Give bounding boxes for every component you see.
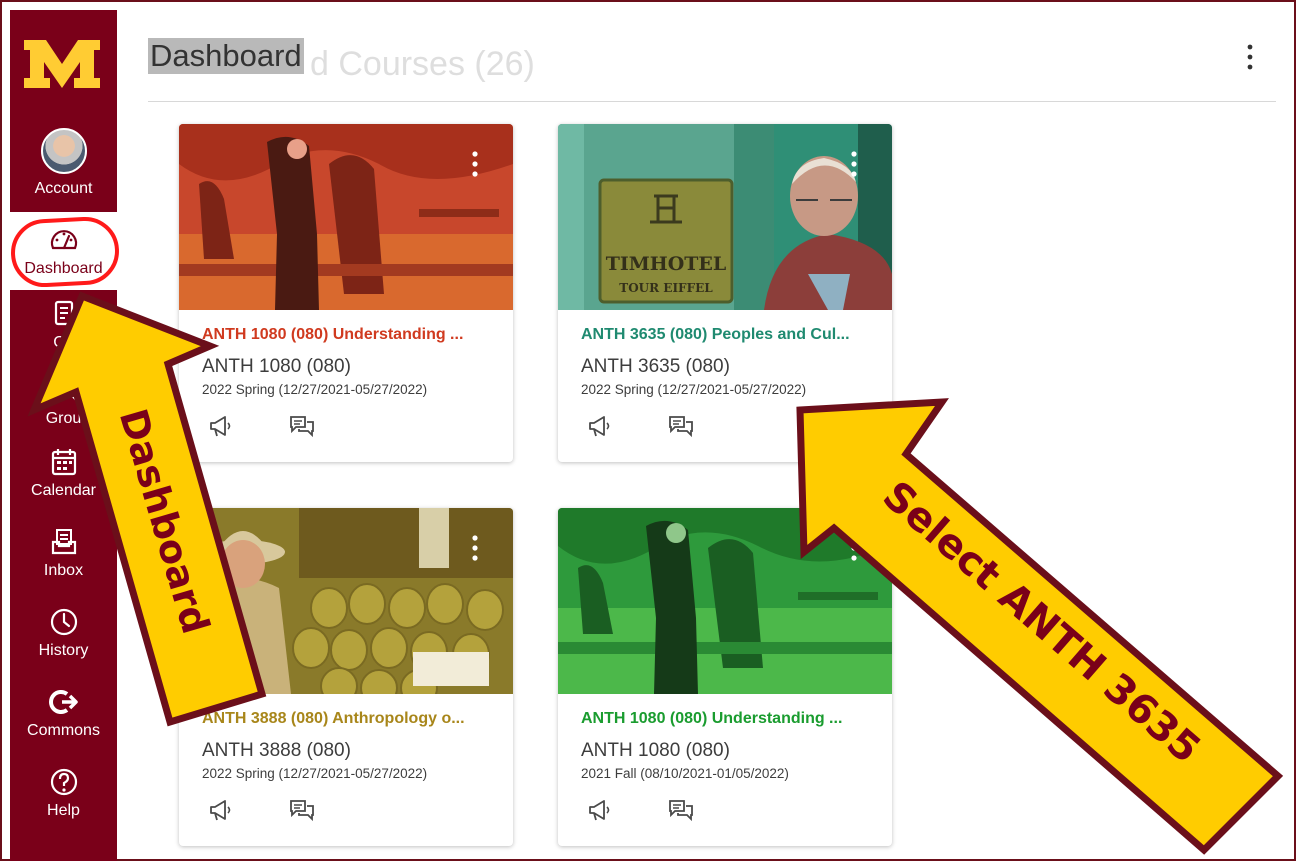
nav-item-groups[interactable]: Grou <box>10 374 117 428</box>
help-icon <box>50 768 77 796</box>
nav-item-courses[interactable]: Co <box>10 298 117 352</box>
card-menu-icon[interactable] <box>467 532 483 566</box>
course-term: 2022 Spring (12/27/2021-05/27/2022) <box>202 766 428 781</box>
inbox-icon <box>51 529 76 555</box>
course-card[interactable]: TIMHOTEL TOUR EIFFEL ANTH 3635 (080) Peo… <box>558 124 892 462</box>
nav-item-label: Inbox <box>43 562 84 579</box>
nav-item-label: Co <box>53 334 74 351</box>
card-menu-icon[interactable] <box>846 148 862 182</box>
nav-item-commons[interactable]: Commons <box>10 686 117 740</box>
course-title-link[interactable]: ANTH 3888 (080) Anthropology o... <box>202 710 492 728</box>
discussions-icon[interactable] <box>668 798 694 822</box>
dashboard-highlight-circle <box>9 215 121 289</box>
course-term: 2022 Spring (12/27/2021-05/27/2022) <box>202 382 428 397</box>
sign-line-1: TIMHOTEL <box>606 253 727 275</box>
ghost-header-text: d Courses (26) <box>310 45 535 83</box>
course-card[interactable]: ANTH 1080 (080) Understanding ... ANTH 1… <box>179 124 513 462</box>
nav-item-help[interactable]: Help <box>10 766 117 820</box>
card-menu-icon[interactable] <box>846 532 862 566</box>
announcements-icon[interactable] <box>207 798 233 822</box>
discussions-icon[interactable] <box>289 414 315 438</box>
course-code: ANTH 3635 (080) <box>581 356 730 377</box>
sign-line-2: TOUR EIFFEL <box>619 281 713 295</box>
course-card-image[interactable] <box>179 124 513 310</box>
announcements-icon[interactable] <box>586 798 612 822</box>
course-term: 2022 Spring (12/27/2021-05/27/2022) <box>581 382 807 397</box>
nav-item-account[interactable]: Account <box>10 128 117 198</box>
course-card-image[interactable] <box>558 508 892 694</box>
courses-icon <box>54 300 73 326</box>
discussions-icon[interactable] <box>668 414 694 438</box>
course-term: 2021 Fall (08/10/2021-01/05/2022) <box>581 766 789 781</box>
nav-item-history[interactable]: History <box>10 606 117 660</box>
dashboard-options-icon[interactable] <box>1238 40 1262 74</box>
nav-item-label: Grou <box>45 410 82 427</box>
nav-item-label: History <box>38 642 89 659</box>
page-title: Dashboard <box>148 38 304 74</box>
groups-icon <box>50 381 77 401</box>
nav-item-calendar[interactable]: Calendar <box>10 446 117 500</box>
card-menu-icon[interactable] <box>467 148 483 182</box>
calendar-icon <box>51 449 76 476</box>
course-code: ANTH 3888 (080) <box>202 740 351 761</box>
nav-item-label: Calendar <box>31 482 96 499</box>
course-card-image[interactable]: TIMHOTEL TOUR EIFFEL <box>558 124 892 310</box>
nav-item-label: Help <box>47 802 80 819</box>
umn-logo[interactable] <box>22 32 102 96</box>
course-card[interactable]: ANTH 1080 (080) Understanding ... ANTH 1… <box>558 508 892 846</box>
nav-item-inbox[interactable]: Inbox <box>10 526 117 580</box>
course-code: ANTH 1080 (080) <box>581 740 730 761</box>
announcements-icon[interactable] <box>207 414 233 438</box>
commons-icon <box>48 690 78 714</box>
course-title-link[interactable]: ANTH 1080 (080) Understanding ... <box>202 326 492 344</box>
global-navigation: Account Dashboard Co Grou Calendar Inbox… <box>10 10 117 861</box>
course-title-link[interactable]: ANTH 1080 (080) Understanding ... <box>581 710 871 728</box>
course-card-image[interactable] <box>179 508 513 694</box>
nav-item-label: Commons <box>27 722 100 739</box>
course-title-link[interactable]: ANTH 3635 (080) Peoples and Cul... <box>581 326 871 344</box>
announcements-icon[interactable] <box>586 414 612 438</box>
history-icon <box>50 608 77 636</box>
account-avatar <box>40 128 87 174</box>
header-divider <box>148 101 1276 102</box>
course-card[interactable]: ANTH 3888 (080) Anthropology o... ANTH 3… <box>179 508 513 846</box>
nav-item-label: Account <box>34 180 93 197</box>
discussions-icon[interactable] <box>289 798 315 822</box>
course-code: ANTH 1080 (080) <box>202 356 351 377</box>
